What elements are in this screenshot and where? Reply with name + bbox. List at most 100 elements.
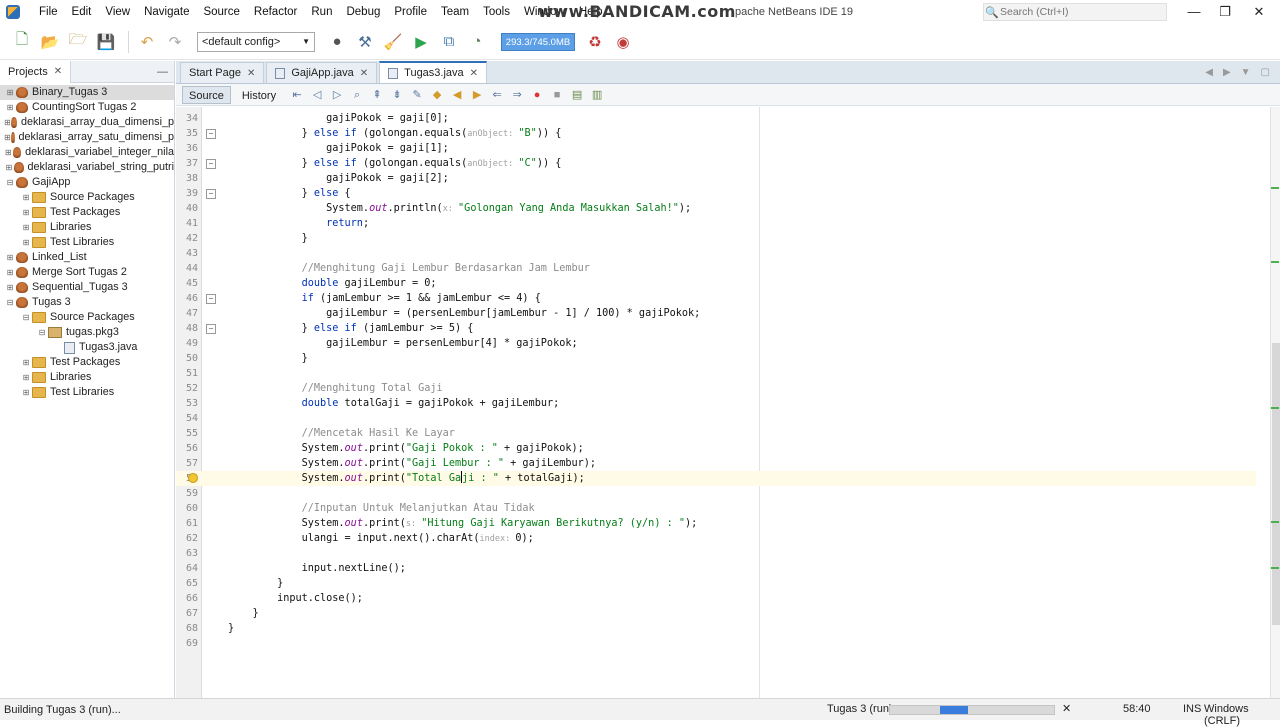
code-line[interactable]: 62 ulangi = input.next().charAt(index: 0… <box>176 531 1256 546</box>
code-line[interactable]: 61 System.out.print(s: "Hitung Gaji Kary… <box>176 516 1256 531</box>
fold-toggle-icon[interactable]: − <box>206 294 216 304</box>
new-file-icon[interactable]: 🗋 <box>10 30 34 54</box>
redo-icon[interactable]: ↷ <box>163 30 187 54</box>
maximize-editor-icon[interactable]: ▢ <box>1261 67 1270 78</box>
tab-list-icon[interactable]: ▼ <box>1241 67 1251 78</box>
menu-debug[interactable]: Debug <box>339 0 387 24</box>
toggle-bookmark-icon[interactable]: ◆ <box>429 87 445 103</box>
tree-item[interactable]: ⊞ Libraries <box>0 220 174 235</box>
task-name[interactable]: Tugas 3 (run) <box>827 703 893 715</box>
menu-edit[interactable]: Edit <box>65 0 99 24</box>
clean-build-icon[interactable]: 🧹 <box>381 30 405 54</box>
back-icon[interactable]: ◁ <box>309 87 325 103</box>
code-line[interactable]: 59 <box>176 486 1256 501</box>
tree-item[interactable]: ⊞ Test Libraries <box>0 385 174 400</box>
stop-macro-icon[interactable]: ■ <box>549 87 565 103</box>
code-line[interactable]: 51 <box>176 366 1256 381</box>
tree-item[interactable]: ⊞ Linked_List <box>0 250 174 265</box>
expand-toggle-icon[interactable]: ⊟ <box>4 175 16 190</box>
code-line[interactable]: 54 <box>176 411 1256 426</box>
expand-toggle-icon[interactable]: ⊞ <box>4 115 11 130</box>
minimize-button[interactable]: — <box>1177 0 1211 24</box>
expand-toggle-icon[interactable]: ⊞ <box>4 280 16 295</box>
code-line[interactable]: 46− if (jamLembur >= 1 && jamLembur <= 4… <box>176 291 1256 306</box>
code-line[interactable]: 39− } else { <box>176 186 1256 201</box>
toggle-highlight-icon[interactable]: ✎ <box>409 87 425 103</box>
menu-run[interactable]: Run <box>304 0 339 24</box>
globe-icon[interactable]: ● <box>325 30 349 54</box>
menu-profile[interactable]: Profile <box>387 0 434 24</box>
gc-icon[interactable]: ♻ <box>583 30 607 54</box>
maximize-button[interactable]: ❐ <box>1208 0 1242 24</box>
search-input[interactable] <box>1000 6 1160 18</box>
expand-toggle-icon[interactable]: ⊞ <box>20 355 32 370</box>
code-line[interactable]: 67 } <box>176 606 1256 621</box>
editor-tab[interactable]: GajiApp.java ✕ <box>266 62 378 83</box>
menu-view[interactable]: View <box>98 0 137 24</box>
menu-source[interactable]: Source <box>196 0 246 24</box>
code-line[interactable]: 47 gajiLembur = (persenLembur[jamLembur … <box>176 306 1256 321</box>
code-line[interactable]: 44 //Menghitung Gaji Lembur Berdasarkan … <box>176 261 1256 276</box>
expand-toggle-icon[interactable]: ⊞ <box>20 370 32 385</box>
shift-right-icon[interactable]: ⇒ <box>509 87 525 103</box>
tree-item[interactable]: ⊞ Test Packages <box>0 205 174 220</box>
expand-toggle-icon[interactable]: ⊞ <box>20 220 32 235</box>
shift-left-icon[interactable]: ⇐ <box>489 87 505 103</box>
code-line[interactable]: 68} <box>176 621 1256 636</box>
code-line[interactable]: 57 System.out.print("Gaji Lembur : " + g… <box>176 456 1256 471</box>
tree-item[interactable]: ⊞ Test Libraries <box>0 235 174 250</box>
tree-item[interactable]: ⊟ Source Packages <box>0 310 174 325</box>
code-line[interactable]: 43 <box>176 246 1256 261</box>
expand-toggle-icon[interactable]: ⊞ <box>20 205 32 220</box>
menu-tools[interactable]: Tools <box>476 0 517 24</box>
save-all-icon[interactable]: 💾 <box>94 30 118 54</box>
expand-toggle-icon[interactable]: ⊞ <box>20 235 32 250</box>
expand-toggle-icon[interactable]: ⊟ <box>36 325 48 340</box>
editor-tab[interactable]: Tugas3.java ✕ <box>379 61 488 83</box>
code-line[interactable]: 60 //Inputan Untuk Melanjutkan Atau Tida… <box>176 501 1256 516</box>
fold-toggle-icon[interactable]: − <box>206 324 216 334</box>
code-line[interactable]: 69 <box>176 636 1256 651</box>
code-area[interactable]: 34 gajiPokok = gaji[0]; 35− } else if (go… <box>176 107 1270 698</box>
vertical-scrollbar[interactable] <box>1270 107 1280 698</box>
last-edit-icon[interactable]: ⇤ <box>289 87 305 103</box>
code-line[interactable]: 37− } else if (golongan.equals(anObject:… <box>176 156 1256 171</box>
tree-item[interactable]: ⊞ Test Packages <box>0 355 174 370</box>
undo-icon[interactable]: ↶ <box>135 30 159 54</box>
find-previous-icon[interactable]: ⇞ <box>369 87 385 103</box>
tree-item[interactable]: ⊟ tugas.pkg3 <box>0 325 174 340</box>
tree-item[interactable]: ⊞ CountingSort Tugas 2 <box>0 100 174 115</box>
tree-item[interactable]: ⊞ deklarasi_array_dua_dimensi_p <box>0 115 174 130</box>
tree-item[interactable]: ⊟ GajiApp <box>0 175 174 190</box>
cancel-task-icon[interactable]: ✕ <box>1062 702 1071 715</box>
fold-toggle-icon[interactable]: − <box>206 189 216 199</box>
code-line[interactable]: 45 double gajiLembur = 0; <box>176 276 1256 291</box>
expand-toggle-icon[interactable]: ⊞ <box>4 100 16 115</box>
menu-navigate[interactable]: Navigate <box>137 0 196 24</box>
tree-item[interactable]: ⊞ Libraries <box>0 370 174 385</box>
previous-bookmark-icon[interactable]: ◀ <box>449 87 465 103</box>
find-next-icon[interactable]: ⇟ <box>389 87 405 103</box>
profile-icon[interactable]: ◔ <box>465 30 489 54</box>
expand-toggle-icon[interactable]: ⊞ <box>4 130 11 145</box>
tree-item[interactable]: ⊞ Merge Sort Tugas 2 <box>0 265 174 280</box>
scrollbar-thumb[interactable] <box>1272 343 1280 625</box>
code-line[interactable]: 49 gajiLembur = persenLembur[4] * gajiPo… <box>176 336 1256 351</box>
code-line[interactable]: 50 } <box>176 351 1256 366</box>
find-selection-icon[interactable]: ⌕ <box>349 87 365 103</box>
tab-scroll-left-icon[interactable]: ◀ <box>1205 67 1213 78</box>
editor-tab[interactable]: Start Page ✕ <box>180 62 265 83</box>
config-select[interactable]: <default config> ▼ <box>197 31 315 52</box>
code-line[interactable]: 56 System.out.print("Gaji Pokok : " + ga… <box>176 441 1256 456</box>
comment-icon[interactable]: ▤ <box>569 87 585 103</box>
open-project-icon[interactable]: 🗁 <box>66 30 90 54</box>
code-line[interactable]: 41 return; <box>176 216 1256 231</box>
fold-toggle-icon[interactable]: − <box>206 159 216 169</box>
tree-item[interactable]: ⊞ Source Packages <box>0 190 174 205</box>
code-line[interactable]: 58 System.out.print("Total Gaji : " + to… <box>176 471 1256 486</box>
next-bookmark-icon[interactable]: ▶ <box>469 87 485 103</box>
uncomment-icon[interactable]: ▥ <box>589 87 605 103</box>
code-line[interactable]: 38 gajiPokok = gaji[2]; <box>176 171 1256 186</box>
tree-item[interactable]: ⊞ deklarasi_variabel_string_putri <box>0 160 174 175</box>
close-window-button[interactable]: ✕ <box>1242 0 1276 24</box>
